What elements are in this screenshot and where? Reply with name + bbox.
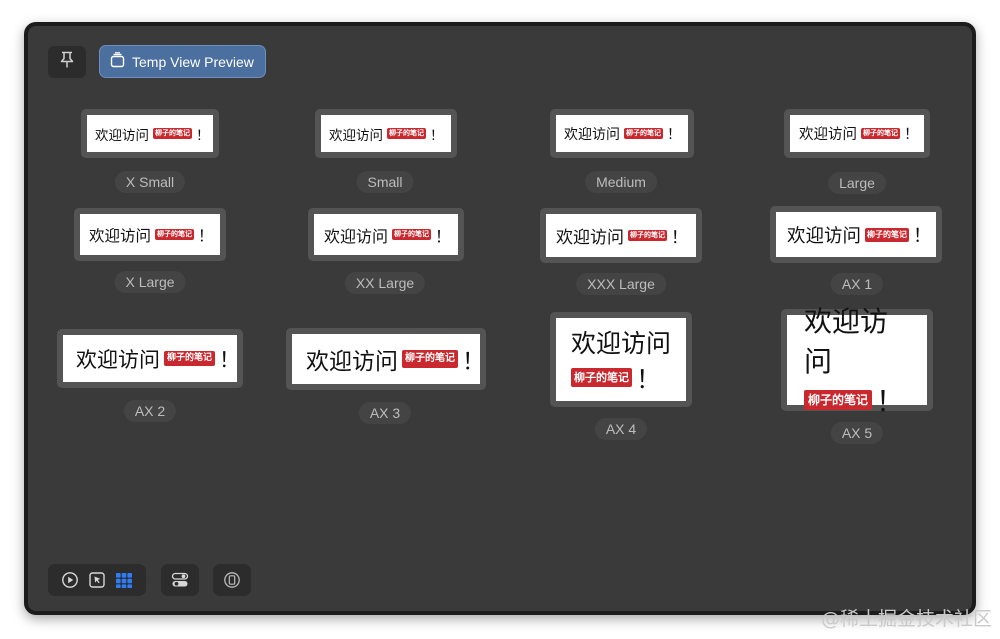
cursor-select-icon[interactable]: [88, 571, 106, 589]
dynamic-type-size-label: AX 4: [594, 418, 648, 440]
exclamation-mark: ！: [913, 225, 932, 247]
exclamation-mark: ！: [196, 127, 210, 144]
pin-button[interactable]: [48, 46, 86, 78]
greeting-text: 欢迎访问: [804, 305, 889, 378]
dynamic-type-size-label: AX 2: [123, 400, 177, 422]
exclamation-mark: ！: [904, 127, 919, 143]
dynamic-type-size-label: Medium: [585, 171, 657, 193]
blog-badge: 柳子的笔记: [624, 128, 663, 139]
preview-window: Temp View Preview 欢迎访问 柳子的笔记！ X Small 欢迎访问柳…: [24, 22, 976, 615]
greeting-text: 欢迎访问: [564, 126, 620, 143]
tab-label: Temp View Preview: [132, 53, 254, 70]
play-icon[interactable]: [61, 571, 79, 589]
blog-badge: 柳子的笔记: [392, 229, 432, 240]
exclamation-mark: ！: [435, 226, 452, 246]
welcome-card: 欢迎访问 柳子的笔记 ！: [321, 115, 451, 152]
dynamic-type-size-label: Large: [828, 172, 886, 194]
preview-frame[interactable]: 欢迎访问 柳子的笔记 ！: [315, 109, 457, 158]
variants-button[interactable]: [161, 564, 199, 596]
dynamic-type-size-label: XXX Large: [576, 273, 666, 295]
welcome-card: 欢迎访问柳子的笔记！: [556, 318, 686, 401]
device-icon: [223, 571, 241, 589]
preview-frame[interactable]: 欢迎访问 柳子的笔记！: [74, 208, 226, 261]
preview-frame[interactable]: 欢迎访问 柳子的笔记！: [308, 208, 464, 261]
dynamic-type-size-label: AX 3: [358, 402, 412, 424]
preview-frame[interactable]: 欢迎访问 柳子的笔记 ！: [540, 208, 702, 263]
greeting-text: 欢迎访问: [787, 225, 862, 247]
welcome-card: 欢迎访问 柳子的笔记！: [314, 214, 458, 255]
welcome-card: 欢迎访问柳子的笔记！: [787, 305, 927, 418]
greeting-text: 欢迎访问: [306, 349, 398, 375]
watermark: @稀土掘金技术社区: [820, 608, 992, 630]
welcome-card: 欢迎访问 柳子的笔记 ！: [556, 115, 688, 152]
exclamation-mark: ！: [430, 127, 444, 144]
blog-badge: 柳子的笔记: [153, 128, 192, 139]
tab-temp-view-preview[interactable]: Temp View Preview: [99, 45, 266, 78]
dynamic-type-size-label: XX Large: [344, 272, 426, 294]
pin-icon: [59, 51, 75, 74]
preview-frame[interactable]: 欢迎访问 柳子的笔记 ！: [784, 109, 930, 158]
grid-icon[interactable]: [115, 571, 133, 589]
exclamation-mark: ！: [198, 226, 214, 245]
blog-badge: 柳子的笔记: [865, 227, 910, 242]
blog-badge: 柳子的笔记: [155, 229, 195, 240]
blog-badge: 柳子的笔记: [164, 351, 216, 366]
dynamic-type-size-label: AX 5: [830, 422, 884, 444]
exclamation-mark: ！: [636, 364, 662, 394]
dynamic-type-size-label: Small: [356, 171, 414, 193]
preview-frame[interactable]: 欢迎访问 柳子的笔记！: [57, 329, 243, 388]
welcome-card: 欢迎访问 柳子的笔记 ！: [546, 214, 696, 257]
welcome-card: 欢迎访问 柳子的笔记！: [292, 334, 485, 384]
blog-badge: 柳子的笔记: [387, 128, 426, 139]
device-settings-button[interactable]: [213, 564, 251, 596]
exclamation-mark: ！: [667, 126, 681, 143]
dynamic-type-size-label: X Large: [114, 271, 186, 293]
preview-frame[interactable]: 欢迎访问 柳子的笔记 ！: [550, 109, 694, 158]
canvas-mode-group: [48, 564, 146, 596]
blog-badge: 柳子的笔记: [628, 230, 667, 241]
window-stack-icon: [110, 52, 125, 71]
exclamation-mark: ！: [876, 385, 905, 418]
welcome-card: 欢迎访问 柳子的笔记！: [80, 214, 220, 255]
blog-badge: 柳子的笔记: [861, 128, 900, 139]
dynamic-type-size-label: X Small: [114, 171, 186, 193]
preview-frame[interactable]: 欢迎访问 柳子的笔记！: [770, 206, 942, 263]
greeting-text: 欢迎访问: [571, 328, 672, 358]
exclamation-mark: ！: [219, 347, 241, 372]
greeting-text: 欢迎访问: [329, 127, 383, 144]
exclamation-mark: ！: [671, 228, 688, 248]
blog-badge: 柳子的笔记: [804, 390, 873, 410]
blog-badge: 柳子的笔记: [571, 368, 632, 387]
greeting-text: 欢迎访问: [799, 127, 857, 143]
toggles-icon: [171, 571, 189, 589]
blog-badge: 柳子的笔记: [402, 350, 458, 368]
welcome-card: 欢迎访问 柳子的笔记 ！: [87, 115, 213, 152]
preview-frame[interactable]: 欢迎访问柳子的笔记！: [550, 312, 692, 407]
preview-frame[interactable]: 欢迎访问 柳子的笔记！: [286, 328, 486, 390]
welcome-card: 欢迎访问 柳子的笔记！: [63, 335, 241, 382]
welcome-card: 欢迎访问 柳子的笔记 ！: [790, 115, 924, 152]
greeting-text: 欢迎访问: [324, 226, 389, 246]
welcome-card: 欢迎访问 柳子的笔记！: [776, 212, 936, 257]
greeting-text: 欢迎访问: [556, 228, 624, 248]
greeting-text: 欢迎访问: [76, 347, 160, 372]
greeting-text: 欢迎访问: [95, 127, 149, 144]
preview-frame[interactable]: 欢迎访问 柳子的笔记 ！: [81, 109, 219, 158]
preview-frame[interactable]: 欢迎访问柳子的笔记！: [781, 305, 933, 418]
greeting-text: 欢迎访问: [89, 226, 152, 245]
exclamation-mark: ！: [462, 349, 485, 375]
dynamic-type-size-label: AX 1: [830, 273, 884, 295]
